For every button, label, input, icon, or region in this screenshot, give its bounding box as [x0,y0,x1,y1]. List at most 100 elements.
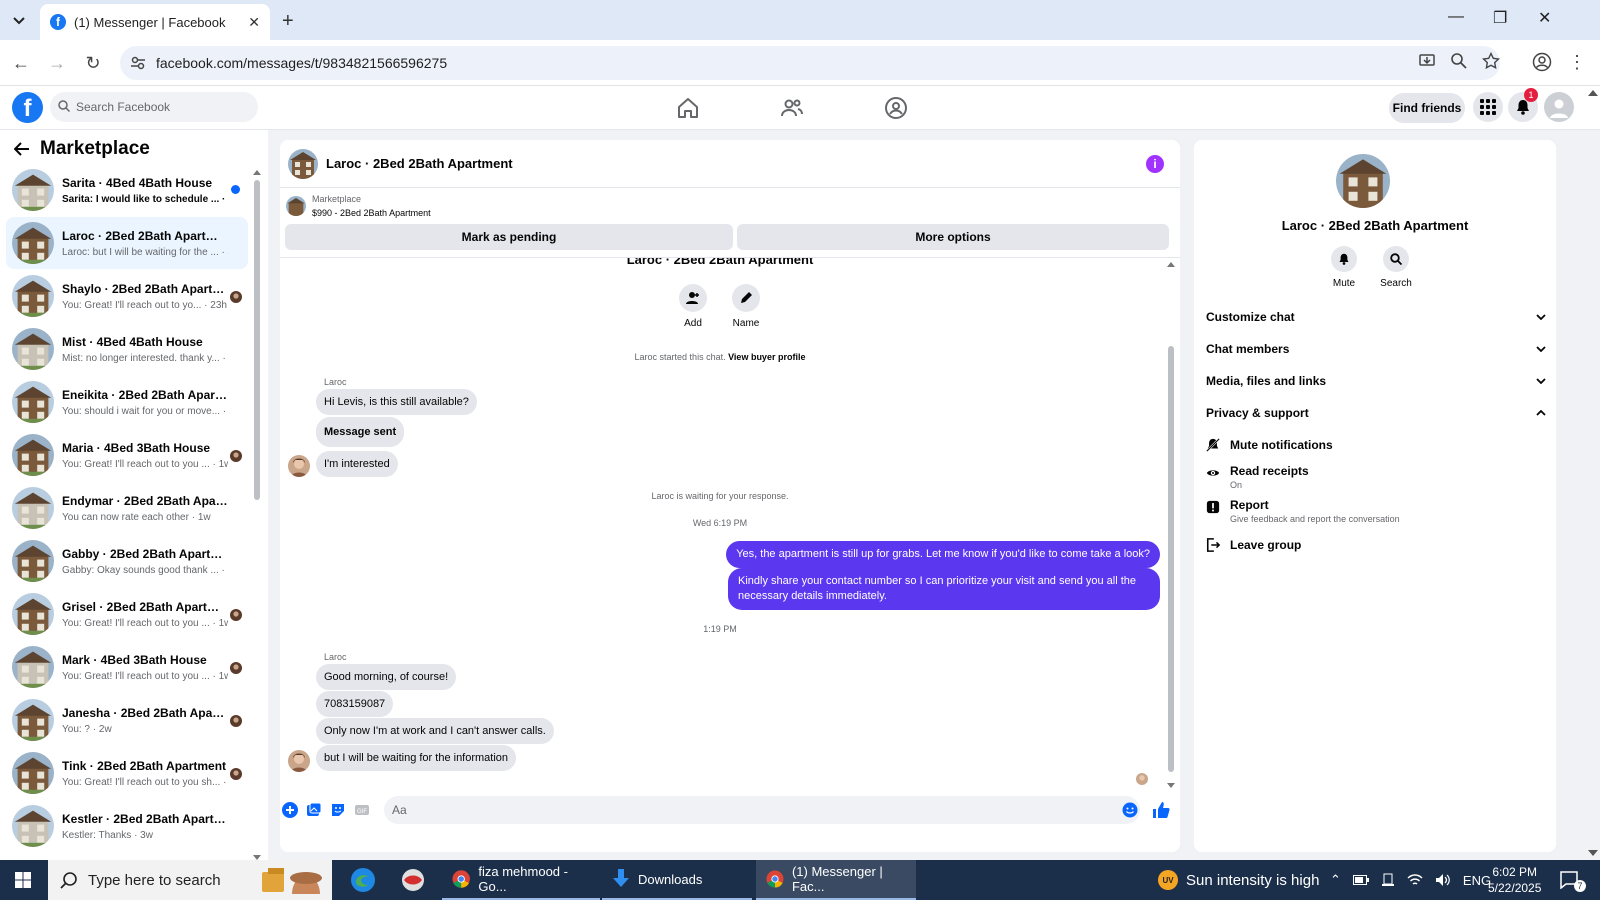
taskbar-search-input[interactable]: Type here to search [48,860,332,900]
media-files-links-section[interactable]: Media, files and links [1206,374,1546,388]
volume-icon[interactable] [1435,873,1451,887]
details-title: Laroc · 2Bed 2Bath Apartment [1281,218,1469,233]
conversation-item[interactable]: Gabby · 2Bed 2Bath Apartment Gabby: Okay … [6,535,248,587]
reload-icon[interactable]: ↻ [82,52,104,74]
conversation-item[interactable]: Maria · 4Bed 3Bath House You: Great! I'll… [6,429,248,481]
read-receipts-item[interactable]: Read receipts On [1206,464,1546,490]
conversation-item[interactable]: Grisel · 2Bed 2Bath Apartment You: Great!… [6,588,248,640]
weather-widget[interactable]: UV Sun intensity is high [1158,860,1319,900]
windows-start-icon[interactable] [15,872,31,888]
browser-tab-messenger[interactable]: f (1) Messenger | Facebook ✕ [40,4,270,40]
friends-icon[interactable] [780,96,804,120]
thumbs-up-icon[interactable] [1152,801,1170,819]
site-info-icon[interactable] [130,55,146,71]
facebook-logo-icon[interactable]: f [12,92,43,123]
gif-icon[interactable]: GIF [354,802,370,818]
wifi-icon[interactable] [1407,873,1423,887]
report-item[interactable]: Report Give feedback and report the conv… [1206,498,1546,524]
back-icon[interactable]: ← [10,52,32,74]
conversation-item[interactable]: Janesha · 2Bed 2Bath Apartm... You: ? · 2… [6,694,248,746]
sidebar-scrollbar[interactable] [252,170,262,860]
conversation-item[interactable]: Shaylo · 2Bed 2Bath Apartme... You: Great… [6,270,248,322]
minimize-icon[interactable]: — [1448,8,1464,26]
name-chat-button[interactable]: Name [721,284,771,329]
seen-avatar-icon [230,291,242,303]
conversation-info-icon[interactable]: i [1146,155,1164,173]
sticker-icon[interactable] [330,802,346,818]
conversation-item[interactable]: Laroc · 2Bed 2Bath Apartment Laroc: but I… [6,217,248,269]
account-avatar[interactable] [1544,92,1574,122]
add-people-button[interactable]: Add [668,284,718,329]
details-avatar[interactable] [1336,154,1390,208]
incoming-message[interactable]: Hi Levis, is this still available? [316,389,477,415]
view-buyer-profile-link[interactable]: View buyer profile [728,352,805,362]
groups-icon[interactable] [884,96,908,120]
emoji-icon[interactable] [1122,802,1138,818]
taskbar-messenger-window[interactable]: (1) Messenger | Fac... [756,860,916,900]
taskbar-app-icon[interactable] [390,860,436,900]
conversation-item[interactable]: Endymar · 2Bed 2Bath Apartment You can no… [6,482,248,534]
conversation-item[interactable]: Kestler · 2Bed 2Bath Apartment Kestler: T… [6,800,248,852]
incoming-message[interactable]: I'm interested [316,451,398,477]
privacy-support-section[interactable]: Privacy & support [1206,406,1546,420]
browser-menu-icon[interactable]: ⋮ [1568,52,1586,73]
chat-scrollbar[interactable] [1166,262,1176,788]
conversation-item[interactable]: Mark · 4Bed 3Bath House You: Great! I'll … [6,641,248,693]
more-options-button[interactable]: More options [737,224,1169,250]
conversation-item[interactable]: Tink · 2Bed 2Bath Apartment You: Great! I… [6,747,248,799]
language-indicator[interactable]: ENG [1463,873,1491,888]
chat-avatar[interactable] [288,148,318,179]
conversation-item[interactable]: Eneikita · 2Bed 2Bath Apartment You: shou… [6,376,248,428]
outgoing-message[interactable]: Yes, the apartment is still up for grabs… [726,541,1160,568]
clock[interactable]: 6:02 PM 5/22/2025 [1488,860,1541,900]
show-hidden-icons-icon[interactable]: ⌃ [1330,872,1341,888]
leave-group-item[interactable]: Leave group [1206,538,1546,552]
incoming-message[interactable]: but I will be waiting for the informatio… [316,745,517,771]
chat-members-section[interactable]: Chat members [1206,342,1546,356]
page-scroll-up-icon[interactable] [1588,90,1598,96]
customize-chat-section[interactable]: Customize chat [1206,310,1546,324]
close-window-icon[interactable]: ✕ [1538,8,1551,28]
mark-as-pending-button[interactable]: Mark as pending [285,224,733,250]
zoom-icon[interactable] [1450,52,1468,70]
taskbar-downloads-window[interactable]: Downloads [602,860,752,900]
facebook-search-input[interactable]: Search Facebook [50,92,258,122]
menu-grid-icon[interactable] [1473,92,1503,122]
sender-avatar[interactable] [288,750,310,772]
sender-avatar[interactable] [288,455,310,477]
incoming-message[interactable]: 7083159087 [316,691,394,717]
mute-button[interactable]: Mute [1324,246,1364,289]
install-app-icon[interactable] [1418,52,1436,70]
chat-title[interactable]: Laroc · 2Bed 2Bath Apartment [326,156,513,171]
forward-icon[interactable]: → [46,52,68,74]
tab-search-dropdown-icon[interactable] [8,10,30,32]
listing-thumbnail[interactable] [286,196,306,216]
page-scroll-down-icon[interactable] [1588,850,1598,856]
profile-icon[interactable] [1532,52,1552,72]
device-icon[interactable] [1381,873,1395,887]
incoming-message[interactable]: Good morning, of course! [316,664,457,690]
notification-center-icon[interactable]: 7 [1560,860,1586,900]
back-arrow-icon[interactable] [14,142,30,156]
bookmark-star-icon[interactable] [1482,52,1500,70]
incoming-message[interactable]: Only now I'm at work and I can't answer … [316,718,554,744]
conversation-item[interactable]: Mist · 4Bed 4Bath House Mist: no longer i… [6,323,248,375]
find-friends-button[interactable]: Find friends [1389,93,1465,123]
incoming-message[interactable]: Message sent [316,417,405,447]
close-tab-icon[interactable]: ✕ [248,14,260,31]
restore-icon[interactable]: ❐ [1493,8,1507,28]
listing-price[interactable]: $990 - 2Bed 2Bath Apartment [312,208,431,218]
taskbar-edge-icon[interactable] [340,860,386,900]
conversation-item[interactable]: Sarita · 4Bed 4Bath House Sarita: I would… [6,164,248,216]
new-tab-icon[interactable]: + [282,10,294,33]
message-input[interactable]: Aa [384,796,1140,824]
more-actions-plus-icon[interactable] [282,802,298,818]
search-in-chat-button[interactable]: Search [1376,246,1416,289]
outgoing-message[interactable]: Kindly share your contact number so I ca… [728,568,1160,610]
taskbar-chrome-window[interactable]: fiza mehmood - Go... [442,860,600,900]
url-field[interactable]: facebook.com/messages/t/9834821566596275 [120,46,1500,80]
battery-icon[interactable] [1352,874,1369,886]
home-icon[interactable] [676,96,700,120]
attach-photo-icon[interactable] [306,802,322,818]
mute-notifications-item[interactable]: Mute notifications [1206,438,1546,452]
